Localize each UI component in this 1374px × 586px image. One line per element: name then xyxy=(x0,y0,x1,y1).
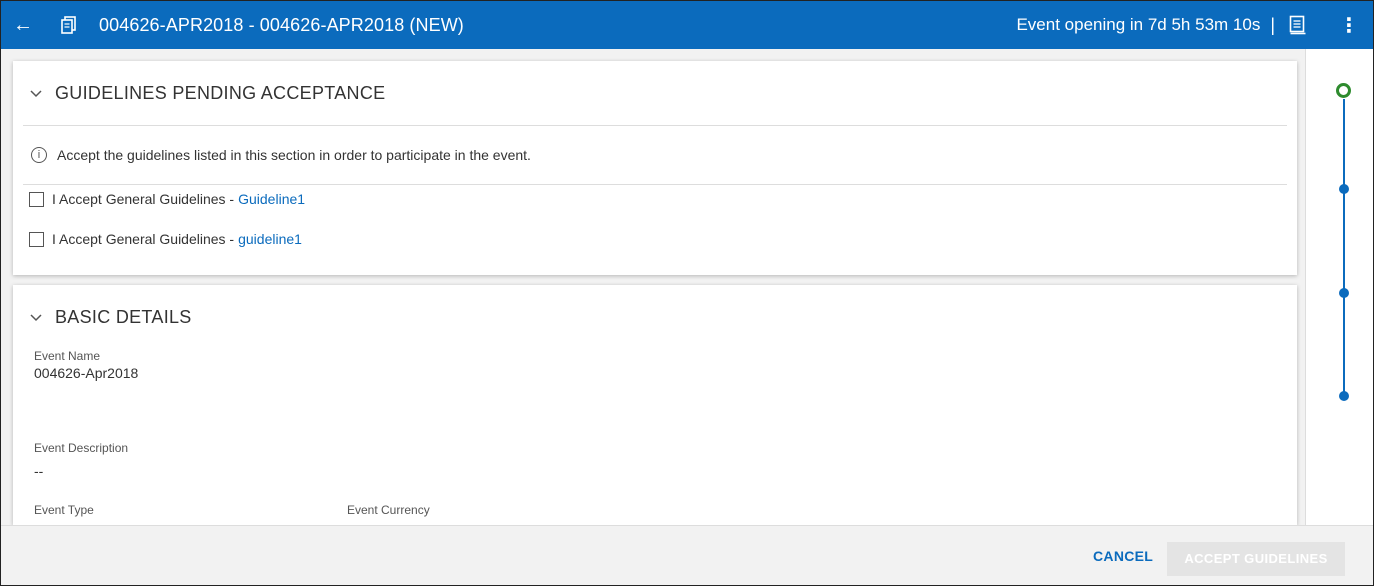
event-name-value: 004626-Apr2018 xyxy=(34,365,139,381)
guideline-checkbox[interactable] xyxy=(29,191,44,207)
more-options-icon[interactable]: ⋮ xyxy=(1339,13,1359,38)
guidelines-section-title: GUIDELINES PENDING ACCEPTANCE xyxy=(55,82,386,103)
guideline-checkbox-row: I Accept General Guidelines - Guideline1 xyxy=(13,187,1297,211)
event-description-value: -- xyxy=(34,463,44,479)
back-button[interactable]: ← xyxy=(13,1,53,49)
guideline-label: I Accept General Guidelines - xyxy=(52,191,235,207)
guidelines-section-header[interactable]: GUIDELINES PENDING ACCEPTANCE xyxy=(13,61,1297,125)
event-description-label: Event Description xyxy=(34,441,129,455)
chevron-down-icon[interactable] xyxy=(29,86,43,100)
guideline-checkbox[interactable] xyxy=(29,231,44,247)
cancel-button[interactable]: CANCEL xyxy=(1093,548,1153,564)
guidelines-card: GUIDELINES PENDING ACCEPTANCE i Accept t… xyxy=(13,61,1297,275)
event-type-field: Event Type xyxy=(34,503,94,517)
basic-details-section-header[interactable]: BASIC DETAILS xyxy=(13,285,1297,349)
event-name-field: Event Name 004626-Apr2018 xyxy=(34,349,138,381)
guideline-label: I Accept General Guidelines - xyxy=(52,231,235,247)
guidelines-info: i Accept the guidelines listed in this s… xyxy=(13,126,1297,184)
document-icon xyxy=(61,16,89,34)
header-bar: ← 004626-APR2018 - 004626-APR2018 (NEW) … xyxy=(1,1,1373,49)
info-icon: i xyxy=(31,147,47,163)
event-description-field: Event Description -- xyxy=(34,441,128,479)
guideline-link[interactable]: Guideline1 xyxy=(238,191,305,207)
accept-guidelines-button[interactable]: ACCEPT GUIDELINES xyxy=(1167,542,1345,576)
header-separator: | xyxy=(1270,14,1275,35)
guideline-link[interactable]: guideline1 xyxy=(238,231,302,247)
progress-step[interactable] xyxy=(1339,184,1349,194)
rules-document-icon[interactable] xyxy=(1289,15,1311,35)
basic-details-section-title: BASIC DETAILS xyxy=(55,306,192,327)
event-currency-field: Event Currency xyxy=(347,503,430,517)
progress-rail xyxy=(1305,49,1373,525)
progress-step-current[interactable] xyxy=(1336,83,1351,98)
event-countdown: Event opening in 7d 5h 53m 10s xyxy=(1016,15,1261,34)
back-arrow-icon: ← xyxy=(13,14,33,36)
footer-actions: CANCEL ACCEPT GUIDELINES xyxy=(1,525,1373,585)
guideline-checkbox-row: I Accept General Guidelines - guideline1 xyxy=(13,227,1297,251)
chevron-down-icon[interactable] xyxy=(29,310,43,324)
event-name-label: Event Name xyxy=(34,349,101,363)
progress-step[interactable] xyxy=(1339,391,1349,401)
progress-line xyxy=(1343,99,1345,397)
guidelines-info-text: Accept the guidelines listed in this sec… xyxy=(57,147,531,163)
event-type-label: Event Type xyxy=(34,503,94,517)
progress-step[interactable] xyxy=(1339,288,1349,298)
basic-details-card: BASIC DETAILS Event Name 004626-Apr2018 … xyxy=(13,285,1297,525)
page-title: 004626-APR2018 - 004626-APR2018 (NEW) xyxy=(99,14,464,35)
divider xyxy=(23,184,1287,185)
event-currency-label: Event Currency xyxy=(347,503,430,517)
